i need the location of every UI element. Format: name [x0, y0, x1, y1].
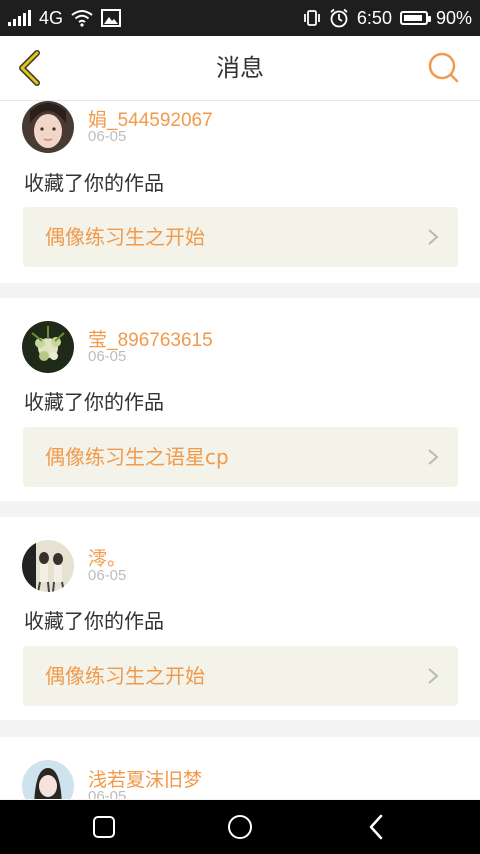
chevron-left-icon[interactable]: [12, 48, 52, 88]
message-action: 收藏了你的作品: [24, 609, 164, 633]
avatar[interactable]: [22, 321, 74, 373]
alarm-icon: [330, 8, 348, 28]
battery-percent: 90%: [435, 7, 472, 28]
work-link[interactable]: 偶像练习生之语星cp: [23, 427, 458, 487]
message-date: 06-05: [88, 128, 127, 145]
work-title: 偶像练习生之开始: [45, 225, 205, 249]
wifi-icon: [71, 10, 93, 27]
chevron-right-icon: [428, 449, 439, 465]
work-title: 偶像练习生之开始: [45, 664, 205, 688]
page-title: 消息: [216, 54, 264, 82]
image-icon: [101, 9, 122, 27]
message-card: 澪。 06-05 收藏了你的作品 偶像练习生之开始: [0, 517, 480, 720]
vibrate-icon: [304, 10, 320, 26]
message-date: 06-05: [88, 348, 127, 365]
message-action: 收藏了你的作品: [24, 390, 164, 414]
avatar[interactable]: [22, 540, 74, 592]
home-icon: [228, 815, 252, 839]
status-bar: 4G 6:50 90%: [0, 0, 480, 36]
chevron-right-icon: [428, 229, 439, 245]
recent-apps-button[interactable]: [64, 800, 144, 854]
avatar[interactable]: [22, 760, 74, 799]
app-header: 消息: [0, 36, 480, 101]
work-link[interactable]: 偶像练习生之开始: [23, 646, 458, 706]
message-action: 收藏了你的作品: [24, 171, 164, 195]
search-icon[interactable]: [426, 50, 462, 86]
message-date: 06-05: [88, 567, 127, 584]
home-button[interactable]: [200, 800, 280, 854]
message-card: 浅若夏沫旧梦 06-05: [0, 737, 480, 799]
network-type: 4G: [39, 7, 64, 28]
avatar[interactable]: [22, 101, 74, 153]
work-title: 偶像练习生之语星cp: [45, 445, 229, 469]
battery-icon: [399, 11, 431, 25]
message-list[interactable]: 娟_544592067 06-05 收藏了你的作品 偶像练习生之开始 莹_896…: [0, 101, 480, 799]
back-button[interactable]: [336, 800, 416, 854]
message-card: 莹_896763615 06-05 收藏了你的作品 偶像练习生之语星cp: [0, 298, 480, 501]
back-icon: [369, 814, 383, 840]
recent-apps-icon: [93, 816, 115, 838]
signal-icon: [8, 10, 31, 26]
message-card: 娟_544592067 06-05 收藏了你的作品 偶像练习生之开始: [0, 101, 480, 283]
clock: 6:50: [356, 7, 392, 28]
navigation-bar: [0, 800, 480, 854]
chevron-right-icon: [428, 668, 439, 684]
work-link[interactable]: 偶像练习生之开始: [23, 207, 458, 267]
message-date: 06-05: [88, 788, 127, 799]
